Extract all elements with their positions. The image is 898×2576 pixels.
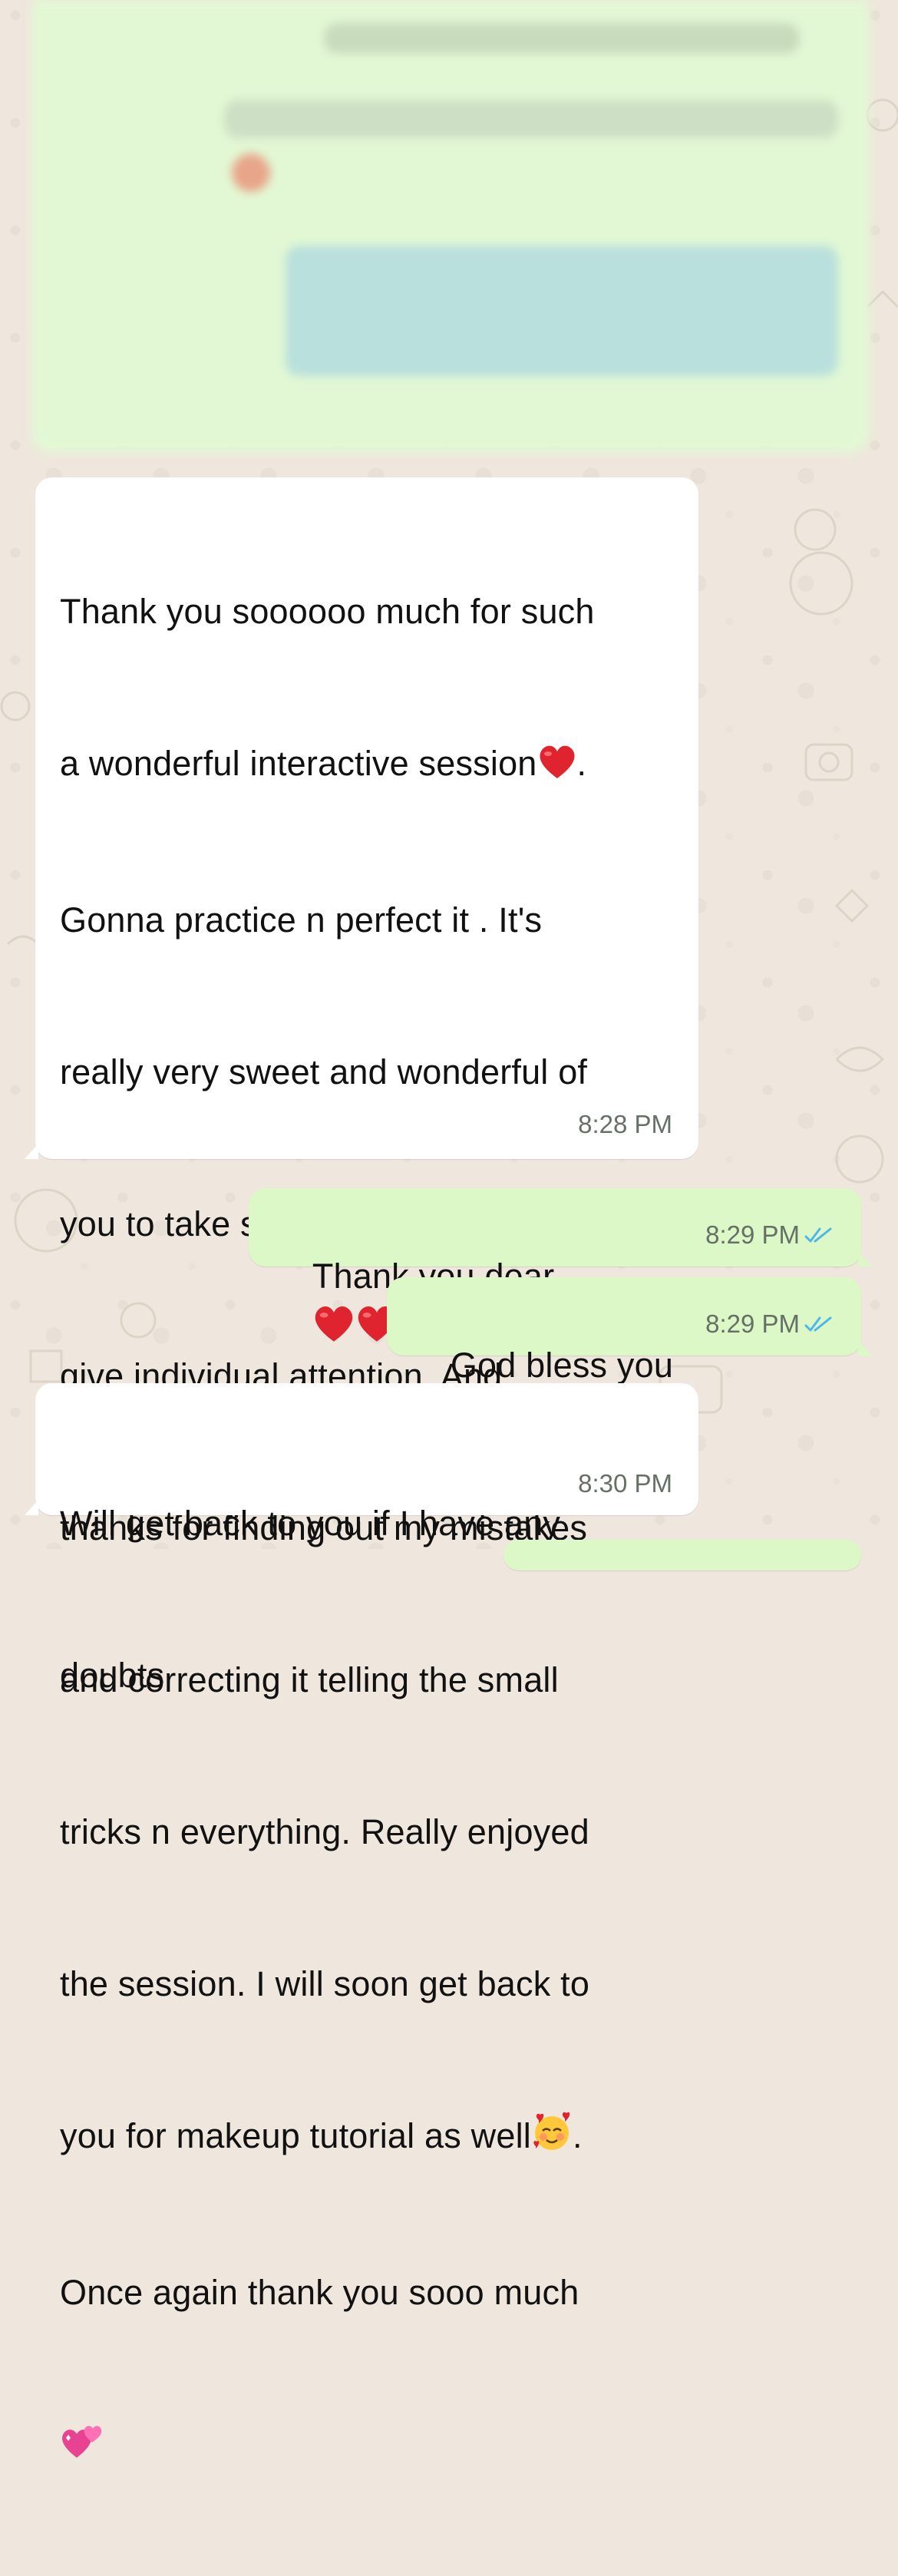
redacted-message (32, 0, 869, 453)
message-line: really very sweet and wonderful of (60, 1052, 588, 1091)
message-text: Will get back to you if I have any doubt… (60, 1397, 560, 1802)
red-heart-icon (312, 1303, 355, 1357)
message-line: tricks n everything. Really enjoyed (60, 1812, 589, 1851)
message-line: you for makeup tutorial as well. (60, 2111, 683, 2166)
smiling-face-with-hearts-icon (531, 2111, 573, 2166)
read-receipt-icon (804, 1311, 835, 1340)
outgoing-message-bubble[interactable]: Thank you dear 8:29 PM (249, 1188, 872, 1342)
message-time: 8:29 PM (705, 1309, 800, 1338)
message-line: the session. I will soon get back to (60, 1964, 590, 2003)
message-line: Gonna practice n perfect it . It's (60, 900, 543, 940)
message-line: Once again thank you sooo much (60, 2273, 579, 2312)
bubble-tail (25, 1500, 38, 1515)
message-time: 8:29 PM (705, 1220, 800, 1249)
message-line: doubts (60, 1656, 165, 1695)
outgoing-message-bubble[interactable]: God bless you 8:29 PM (387, 1277, 872, 1385)
message-time-row: 8:29 PM (705, 1220, 835, 1251)
incoming-message-bubble[interactable]: Will get back to you if I have any doubt… (25, 1383, 698, 1695)
bubble-tail (25, 1144, 38, 1159)
message-line: a wonderful interactive session. (60, 738, 683, 794)
outgoing-message-bubble-partial (503, 1540, 861, 1570)
message-time-row: 8:29 PM (705, 1309, 835, 1340)
message-line: Will get back to you if I have any (60, 1504, 561, 1543)
incoming-message-bubble[interactable]: Thank you soooooo much for such a wonder… (25, 477, 698, 2458)
message-time: 8:28 PM (578, 1110, 672, 1138)
bubble-tail (858, 1340, 872, 1356)
bubble-tail (858, 1251, 872, 1267)
message-time: 8:30 PM (578, 1469, 672, 1498)
read-receipt-icon (804, 1222, 835, 1251)
red-heart-icon (537, 743, 577, 794)
message-line (60, 2419, 683, 2475)
message-line: Thank you soooooo much for such (60, 592, 595, 631)
two-hearts-icon (60, 2422, 104, 2475)
